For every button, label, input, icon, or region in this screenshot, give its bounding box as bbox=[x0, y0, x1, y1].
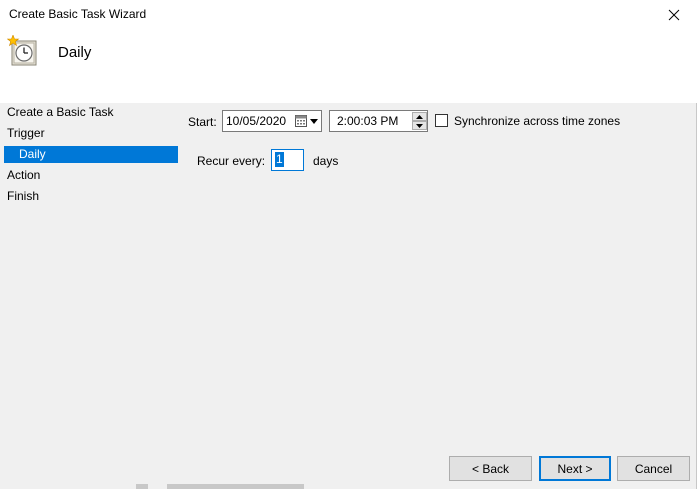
step-finish[interactable]: Finish bbox=[7, 188, 39, 205]
close-icon bbox=[668, 9, 680, 21]
recur-days-value: 1 bbox=[275, 152, 284, 167]
next-button[interactable]: Next > bbox=[539, 456, 611, 481]
recur-unit-label: days bbox=[313, 154, 339, 168]
start-date-value: 10/05/2020 bbox=[226, 114, 287, 128]
arrow-up-icon bbox=[416, 114, 423, 119]
calendar-icon[interactable] bbox=[295, 115, 307, 127]
recur-every-label: Recur every: bbox=[197, 154, 266, 168]
sync-timezones-checkbox[interactable] bbox=[435, 114, 448, 127]
start-time-picker[interactable]: 2:00:03 PM bbox=[329, 110, 428, 132]
start-label: Start: bbox=[188, 115, 217, 129]
title-bar: Create Basic Task Wizard bbox=[0, 0, 697, 30]
background-window-edge bbox=[136, 484, 148, 489]
start-time-value: 2:00:03 PM bbox=[337, 114, 399, 128]
close-button[interactable] bbox=[651, 0, 697, 30]
back-button[interactable]: < Back bbox=[449, 456, 532, 481]
step-create-basic-task[interactable]: Create a Basic Task bbox=[7, 104, 114, 121]
spin-up-button[interactable] bbox=[412, 112, 427, 121]
cancel-button[interactable]: Cancel bbox=[617, 456, 690, 481]
spin-down-button[interactable] bbox=[412, 121, 427, 130]
time-spinner bbox=[412, 112, 427, 130]
arrow-down-icon bbox=[416, 123, 423, 128]
step-action[interactable]: Action bbox=[7, 167, 40, 184]
start-date-picker[interactable]: 10/05/2020 bbox=[222, 110, 322, 132]
step-trigger[interactable]: Trigger bbox=[7, 125, 45, 142]
recur-days-input[interactable]: 1 bbox=[271, 149, 304, 171]
step-daily[interactable]: Daily bbox=[4, 146, 178, 163]
window-title: Create Basic Task Wizard bbox=[9, 7, 147, 21]
sync-timezones-label[interactable]: Synchronize across time zones bbox=[454, 114, 620, 128]
task-scheduler-clock-icon bbox=[7, 35, 37, 66]
page-title: Daily bbox=[58, 44, 92, 61]
wizard-header: Daily bbox=[0, 30, 697, 103]
background-window-edge bbox=[167, 484, 304, 489]
task-wizard-window: Create Basic Task Wizard Daily Create a … bbox=[0, 0, 697, 489]
chevron-down-icon[interactable] bbox=[310, 119, 318, 124]
